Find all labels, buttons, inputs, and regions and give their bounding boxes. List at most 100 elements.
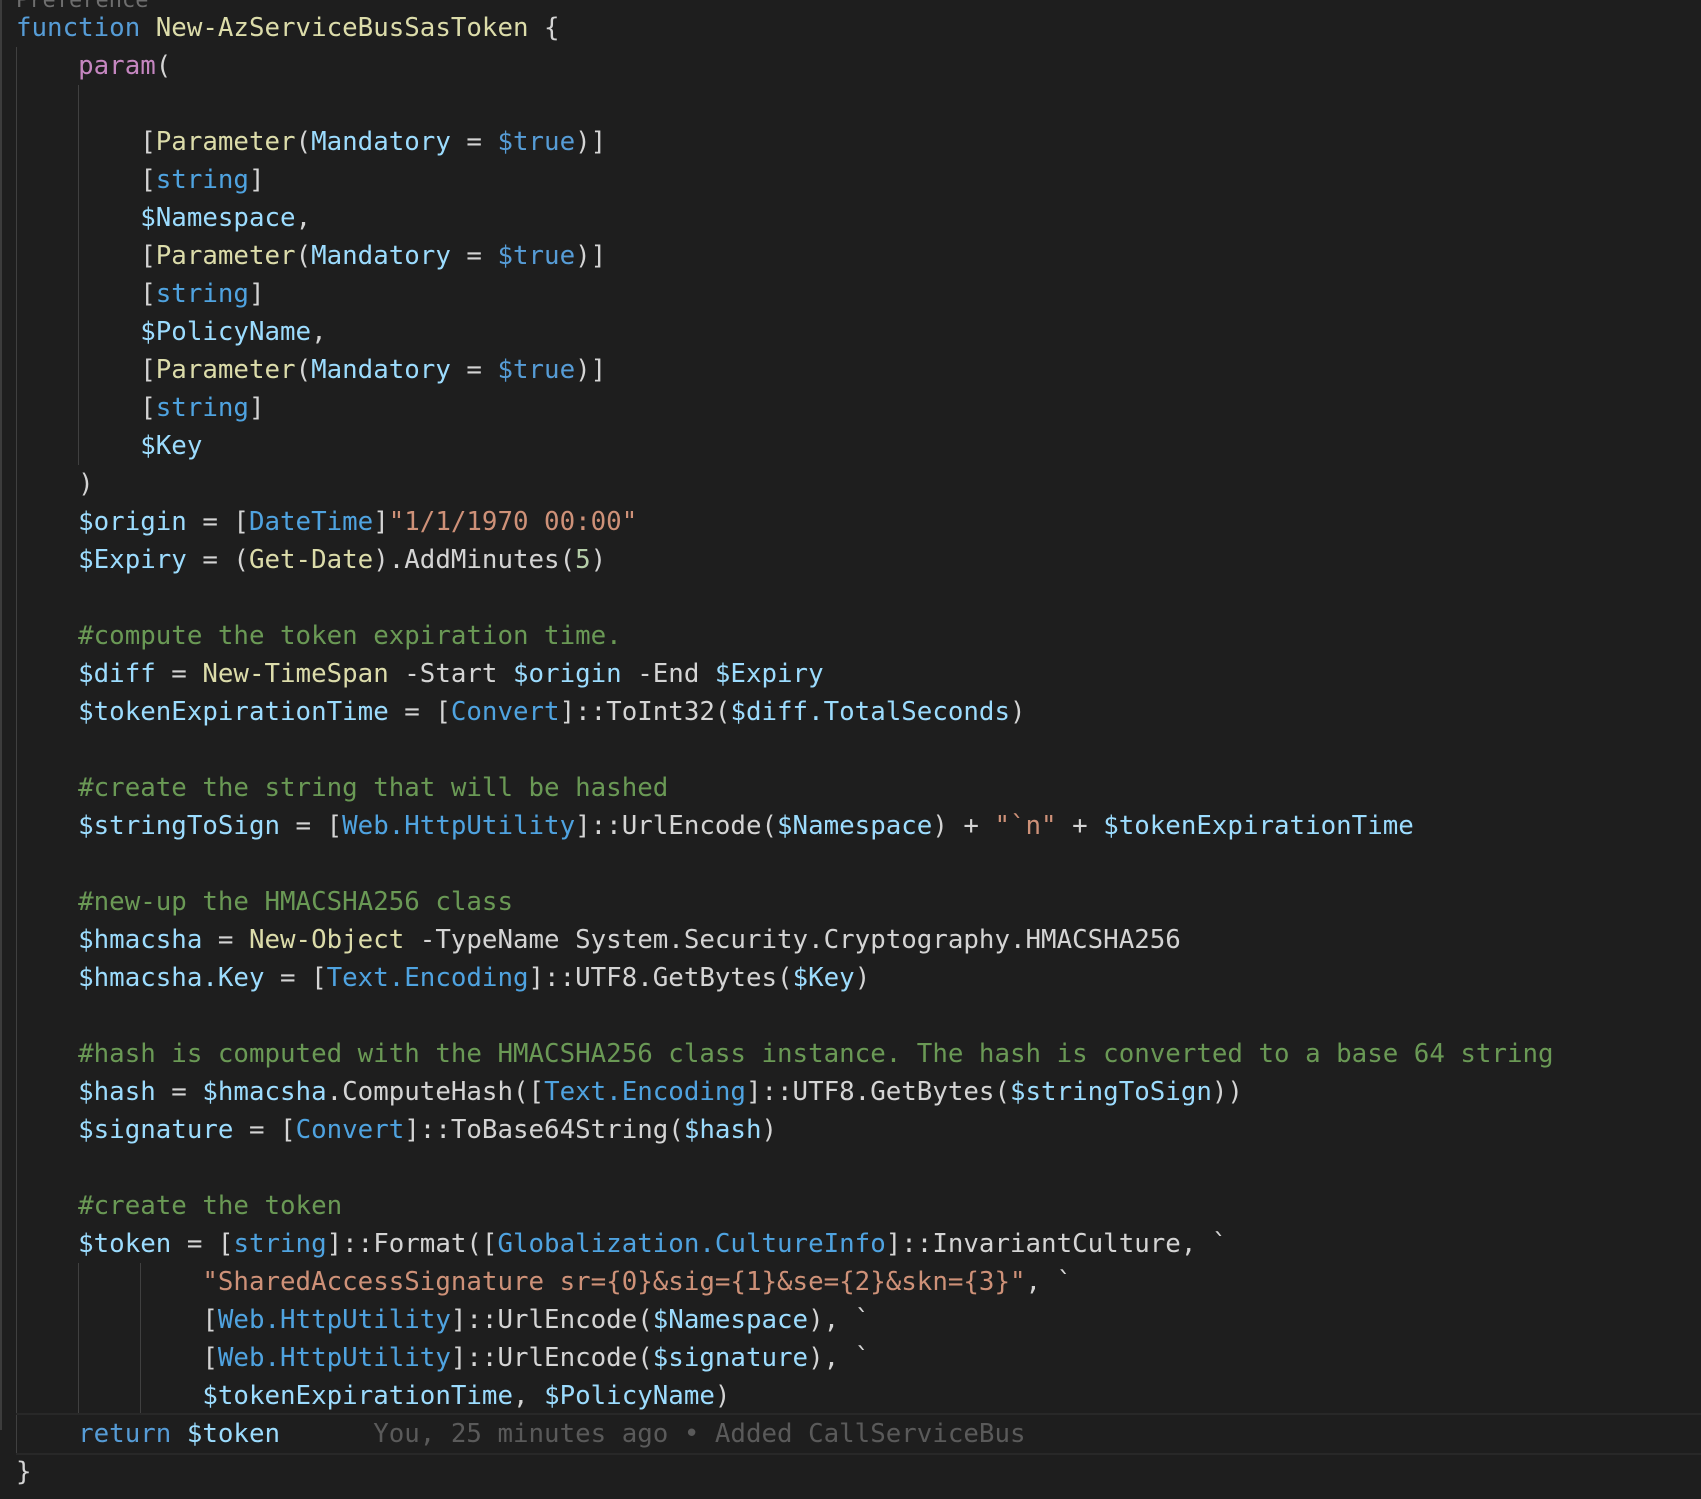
code-token: ]::UTF8.GetBytes( — [745, 1077, 1010, 1107]
code-line[interactable] — [16, 845, 1701, 883]
code-token: Convert — [295, 1115, 405, 1145]
code-line[interactable]: $hmacsha.Key = [Text.Encoding]::UTF8.Get… — [16, 959, 1701, 997]
code-line[interactable]: [Web.HttpUtility]::UrlEncode($signature)… — [16, 1339, 1701, 1377]
code-line[interactable]: [string] — [16, 275, 1701, 313]
code-token: string — [233, 1229, 327, 1259]
code-line[interactable]: #create the string that will be hashed — [16, 769, 1701, 807]
code-token: = — [450, 127, 498, 157]
code-line[interactable]: $signature = [Convert]::ToBase64String($… — [16, 1111, 1701, 1149]
code-token: = — [155, 1077, 203, 1107]
code-token: param — [78, 51, 156, 81]
code-token: ) — [590, 545, 607, 575]
code-token: $hash — [78, 1077, 156, 1107]
code-line[interactable]: ) — [16, 465, 1701, 503]
code-token: "1/1/1970 00:00" — [388, 507, 638, 537]
code-token: Parameter — [155, 241, 296, 271]
code-line[interactable]: [Web.HttpUtility]::UrlEncode($Namespace)… — [16, 1301, 1701, 1339]
code-token: + — [1056, 811, 1104, 841]
code-line[interactable]: $PolicyName, — [16, 313, 1701, 351]
code-token: [ — [16, 279, 156, 309]
code-token: New-Object — [248, 925, 405, 955]
code-token: ) + — [932, 811, 995, 841]
code-token: $token — [186, 1419, 281, 1449]
code-line[interactable]: $hmacsha = New-Object -TypeName System.S… — [16, 921, 1701, 959]
code-token: return — [78, 1419, 187, 1449]
code-token: "SharedAccessSignature sr={0}&sig={1}&se… — [202, 1267, 1026, 1297]
code-token: { — [528, 13, 560, 43]
code-token: $tokenExpirationTime — [202, 1381, 513, 1411]
code-line[interactable]: return $token You, 25 minutes ago • Adde… — [16, 1415, 1701, 1453]
code-line[interactable]: #create the token — [16, 1187, 1701, 1225]
code-line[interactable]: [Parameter(Mandatory = $true)] — [16, 237, 1701, 275]
code-line[interactable]: $Expiry = (Get-Date).AddMinutes(5) — [16, 541, 1701, 579]
code-token: , — [513, 1381, 545, 1411]
code-line[interactable]: } — [16, 1453, 1701, 1491]
code-line[interactable] — [16, 731, 1701, 769]
code-token: = [ — [264, 963, 327, 993]
code-token: )) — [1211, 1077, 1243, 1107]
code-token: ).AddMinutes( — [373, 545, 576, 575]
code-line[interactable] — [16, 1149, 1701, 1187]
code-line[interactable]: #hash is computed with the HMACSHA256 cl… — [16, 1035, 1701, 1073]
code-line[interactable]: $token = [string]::Format([Globalization… — [16, 1225, 1701, 1263]
code-token: $token — [78, 1229, 172, 1259]
code-token: , ` — [1025, 1267, 1073, 1297]
code-token: ( — [155, 51, 172, 81]
code-line[interactable]: $tokenExpirationTime, $PolicyName) — [16, 1377, 1701, 1415]
code-line[interactable]: [string] — [16, 161, 1701, 199]
code-token: [ — [16, 355, 156, 385]
code-line[interactable]: $origin = [DateTime]"1/1/1970 00:00" — [16, 503, 1701, 541]
code-line[interactable]: $hash = $hmacsha.ComputeHash([Text.Encod… — [16, 1073, 1701, 1111]
code-token: ]::ToBase64String( — [404, 1115, 684, 1145]
code-line[interactable]: [Parameter(Mandatory = $true)] — [16, 123, 1701, 161]
code-token: $hmacsha.Key — [78, 963, 265, 993]
code-token: Convert — [450, 697, 560, 727]
code-token: Mandatory — [311, 127, 451, 157]
code-token: ]::Format([ — [326, 1229, 498, 1259]
code-token: = — [155, 659, 203, 689]
code-token: New-TimeSpan — [202, 659, 389, 689]
code-token: Mandatory — [311, 241, 451, 271]
code-token: ] — [373, 507, 389, 537]
code-token: $PolicyName — [140, 317, 312, 347]
code-line[interactable]: $Namespace, — [16, 199, 1701, 237]
code-token: ]::UrlEncode( — [450, 1305, 653, 1335]
code-token: $tokenExpirationTime — [1103, 811, 1414, 841]
code-token: $stringToSign — [78, 811, 281, 841]
code-line[interactable]: param( — [16, 47, 1701, 85]
code-token: Parameter — [155, 127, 296, 157]
code-line[interactable]: [Parameter(Mandatory = $true)] — [16, 351, 1701, 389]
code-line[interactable]: $diff = New-TimeSpan -Start $origin -End… — [16, 655, 1701, 693]
code-line[interactable]: $tokenExpirationTime = [Convert]::ToInt3… — [16, 693, 1701, 731]
code-line[interactable] — [16, 85, 1701, 123]
code-line[interactable]: function New-AzServiceBusSasToken { — [16, 9, 1701, 47]
code-line[interactable] — [16, 579, 1701, 617]
code-line[interactable]: "SharedAccessSignature sr={0}&sig={1}&se… — [16, 1263, 1701, 1301]
code-token: #create the string that will be hashed — [78, 773, 669, 803]
code-token: $signature — [652, 1343, 809, 1373]
code-token: #hash is computed with the HMACSHA256 cl… — [78, 1039, 1554, 1069]
code-token: = ( — [186, 545, 249, 575]
code-editor[interactable]: Preference function New-AzServiceBusSasT… — [0, 0, 1701, 1499]
code-token: ] — [248, 393, 265, 423]
code-token: "`n" — [994, 811, 1057, 841]
code-line[interactable]: [string] — [16, 389, 1701, 427]
code-line[interactable]: $stringToSign = [Web.HttpUtility]::UrlEn… — [16, 807, 1701, 845]
code-token: $Key — [140, 431, 203, 461]
code-line[interactable] — [16, 997, 1701, 1035]
code-line[interactable]: #compute the token expiration time. — [16, 617, 1701, 655]
code-token: Parameter — [155, 355, 296, 385]
code-line[interactable]: $Key — [16, 427, 1701, 465]
git-blame-annotation: You, 25 minutes ago • Added CallServiceB… — [280, 1419, 1026, 1449]
code-token: -TypeName System.Security.Cryptography.H… — [404, 925, 1181, 955]
code-line[interactable]: #new-up the HMACSHA256 class — [16, 883, 1701, 921]
code-token: $diff — [78, 659, 156, 689]
code-token: DateTime — [248, 507, 374, 537]
